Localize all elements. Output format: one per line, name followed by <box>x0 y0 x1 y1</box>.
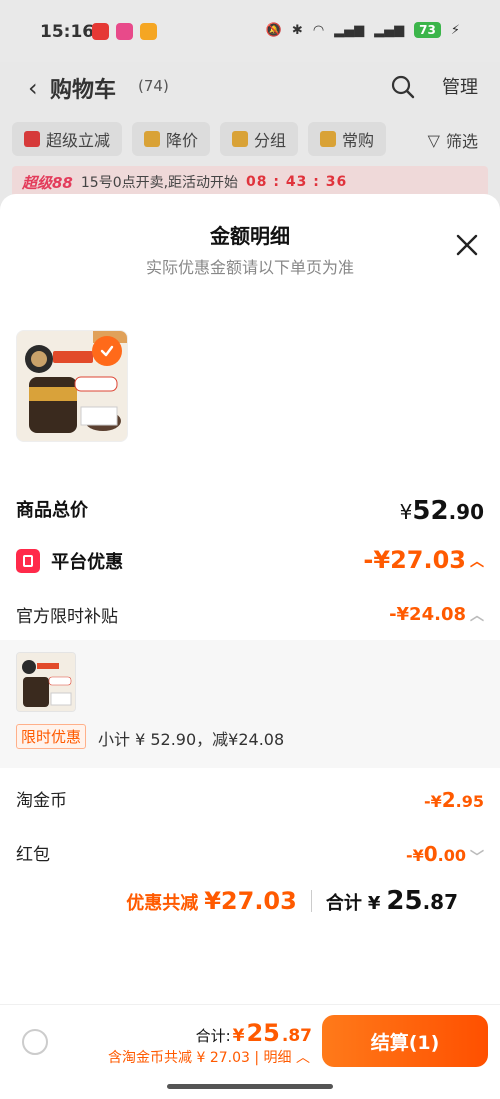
status-time: 15:16 <box>40 22 95 42</box>
sheet-title: 金额明细 <box>210 224 290 248</box>
product-total-value: ¥52.90 <box>399 496 484 526</box>
platform-discount-label: 平台优惠 <box>51 552 124 573</box>
divider <box>310 890 312 912</box>
folder-icon <box>232 131 249 147</box>
taojinbi-value: -¥2.95 <box>423 788 484 812</box>
hongbao-value: -¥0.00 ﹀ <box>405 842 484 866</box>
hongbao-label: 红包 <box>16 845 50 865</box>
discount-total-label: 优惠共减 <box>126 893 199 914</box>
product-mini-thumbnail <box>16 652 76 712</box>
filter-chip-super-discount[interactable]: 超级立减 <box>12 122 123 156</box>
selected-check-icon[interactable] <box>92 336 122 366</box>
funnel-icon: ▽ <box>427 130 440 150</box>
subsidy-detail-box: 限时优惠 小计 ¥ 52.90，减¥24.08 <box>0 640 500 768</box>
official-subsidy-label: 官方限时补贴 <box>16 607 118 627</box>
total-value: 25 <box>386 886 423 916</box>
manage-button[interactable]: 管理 <box>442 73 478 99</box>
down-arrow-icon <box>144 131 161 147</box>
chevron-up-icon: ︿ <box>470 554 484 570</box>
promo-logo: 超级88 <box>22 173 73 192</box>
promo-timer: 08 : 43 : 36 <box>246 174 348 190</box>
discount-total-value: ¥27.03 <box>204 887 297 915</box>
wifi-icon: ◠ <box>312 22 325 38</box>
page-title: 购物车 <box>50 78 117 103</box>
filter-chip-group[interactable]: 分组 <box>220 122 299 156</box>
sheet-subtitle: 实际优惠金额请以下单页为准 <box>145 258 354 277</box>
summary-line: 优惠共减 ¥27.03 合计 ¥25.87 <box>126 886 458 916</box>
app-notification-icon <box>116 23 133 40</box>
down-arrow-icon <box>24 131 40 147</box>
signal-icon: ▂▄▆ <box>334 22 365 38</box>
official-subsidy-value: -¥24.08 ︿ <box>389 604 484 625</box>
promo-text: 15号0点开卖,距活动开始 <box>80 175 239 191</box>
back-icon[interactable]: ‹ <box>28 74 38 102</box>
filter-chip-price-drop[interactable]: 降价 <box>132 122 211 156</box>
signal-icon: ▂▄▆ <box>374 22 405 38</box>
home-indicator[interactable] <box>167 1084 333 1089</box>
bottom-total-value: 25 <box>246 1019 280 1047</box>
filter-chip-frequent[interactable]: 常购 <box>308 122 387 156</box>
select-all-radio[interactable] <box>22 1029 48 1055</box>
bottom-total: 合计: ¥25.87 <box>195 1019 312 1047</box>
product-total-row: 商品总价 ¥52.90 <box>16 496 484 526</box>
total-label: 合计 <box>325 893 362 914</box>
chevron-up-icon: ︿ <box>291 1050 310 1066</box>
battery-level: 73 <box>414 22 441 38</box>
chevron-down-icon: ﹀ <box>470 849 484 866</box>
cart-count: (74) <box>138 77 169 95</box>
mute-icon: 🔕 <box>265 22 282 38</box>
bag-icon <box>320 131 337 147</box>
app-notification-icon <box>92 23 109 40</box>
hongbao-row[interactable]: 红包 -¥0.00 ﹀ <box>16 840 484 870</box>
platform-discount-icon <box>16 549 40 573</box>
app-notification-icon <box>140 23 157 40</box>
official-subsidy-row[interactable]: 官方限时补贴 -¥24.08 ︿ <box>16 602 484 632</box>
checkout-button[interactable]: 结算(1) <box>322 1015 488 1067</box>
bluetooth-icon: ✱ <box>291 22 303 38</box>
filter-chips: 超级立减 降价 分组 常购 <box>12 122 387 156</box>
bottom-total-label: 合计: <box>195 1027 231 1045</box>
close-icon[interactable] <box>454 232 480 258</box>
taojinbi-row: 淘金币 -¥2.95 <box>16 786 484 816</box>
limited-offer-tag: 限时优惠 <box>16 724 87 749</box>
item-subtotal: 小计 ¥ 52.90，减¥24.08 <box>98 730 285 749</box>
status-bar: 15:16 🔕 ✱ ◠ ▂▄▆ ▂▄▆ 73 ⚡ <box>0 0 500 62</box>
chevron-up-icon: ︿ <box>470 608 484 624</box>
taojinbi-label: 淘金币 <box>16 791 67 811</box>
amount-detail-sheet: 金额明细 实际优惠金额请以下单页为准 商品总价 ¥52.90 平台优惠 -¥27… <box>0 194 500 1099</box>
platform-discount-value: -¥27.03 ︿ <box>363 546 484 574</box>
platform-discount-row[interactable]: 平台优惠 -¥27.03 ︿ <box>16 546 484 578</box>
checkout-bar: 合计: ¥25.87 含淘金币共减 ¥ 27.03 | 明细 ︿ 结算(1) <box>0 1004 500 1082</box>
filter-button[interactable]: ▽ 筛选 <box>428 128 478 152</box>
cart-nav: ‹ 购物车 (74) 管理 <box>0 62 500 112</box>
charging-icon: ⚡ <box>450 22 460 38</box>
search-icon[interactable] <box>390 74 416 100</box>
bottom-discount-detail-link[interactable]: 含淘金币共减 ¥ 27.03 | 明细 ︿ <box>108 1047 310 1067</box>
product-total-label: 商品总价 <box>16 500 88 521</box>
